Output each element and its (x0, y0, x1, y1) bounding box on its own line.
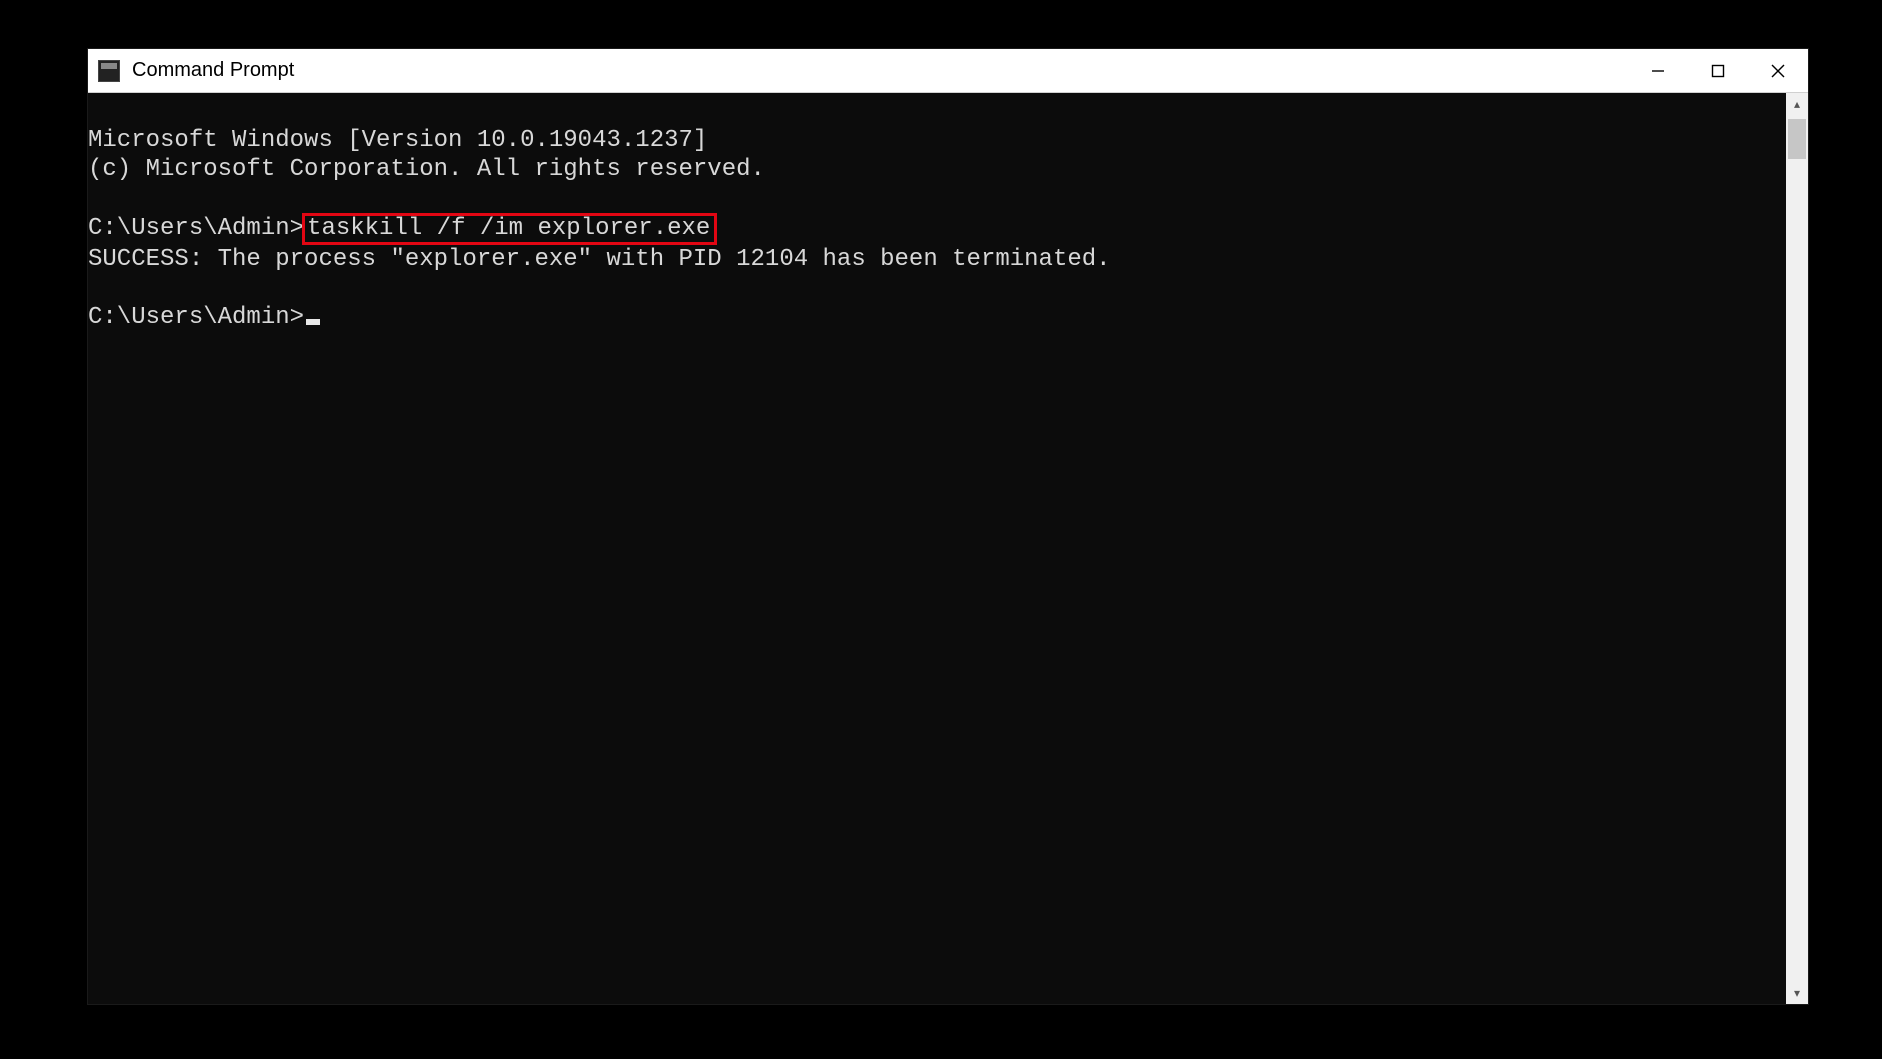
minimize-button[interactable] (1628, 49, 1688, 93)
window-title: Command Prompt (132, 59, 294, 82)
scroll-up-button[interactable]: ▴ (1786, 93, 1808, 115)
minimize-icon (1651, 64, 1665, 78)
prompt-path: C:\Users\Admin> (88, 304, 304, 331)
cmd-app-icon (98, 60, 120, 82)
close-button[interactable] (1748, 49, 1808, 93)
banner-line: Microsoft Windows [Version 10.0.19043.12… (88, 127, 707, 154)
vertical-scrollbar[interactable]: ▴ ▾ (1786, 93, 1808, 1004)
close-icon (1770, 63, 1786, 79)
maximize-button[interactable] (1688, 49, 1748, 93)
highlighted-command: taskkill /f /im explorer.exe (302, 213, 717, 245)
titlebar[interactable]: Command Prompt (88, 49, 1808, 93)
scroll-down-button[interactable]: ▾ (1786, 982, 1808, 1004)
chevron-down-icon: ▾ (1794, 986, 1800, 1000)
command-prompt-window: Command Prompt Microsoft Windows [Versio… (88, 49, 1808, 1004)
chevron-up-icon: ▴ (1794, 97, 1800, 111)
scrollbar-thumb[interactable] (1788, 119, 1806, 159)
scrollbar-track[interactable] (1786, 115, 1808, 982)
command-text: taskkill /f /im explorer.exe (307, 215, 710, 242)
copyright-line: (c) Microsoft Corporation. All rights re… (88, 156, 765, 183)
maximize-icon (1711, 64, 1725, 78)
text-cursor (306, 319, 320, 325)
terminal-output[interactable]: Microsoft Windows [Version 10.0.19043.12… (88, 93, 1786, 1004)
result-line: SUCCESS: The process "explorer.exe" with… (88, 246, 1111, 273)
prompt-path: C:\Users\Admin> (88, 215, 304, 242)
